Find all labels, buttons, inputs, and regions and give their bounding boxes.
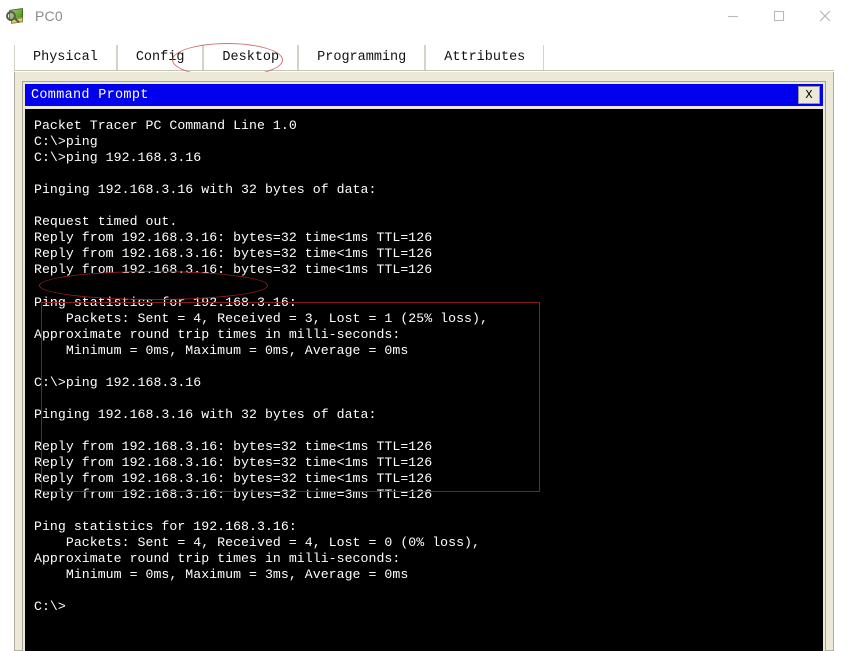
minimize-button[interactable] xyxy=(710,0,756,31)
tab-desktop[interactable]: Desktop xyxy=(203,45,299,70)
tab-programming-label: Programming xyxy=(317,50,407,65)
command-prompt-titlebar: Command Prompt X xyxy=(25,84,823,106)
maximize-button[interactable] xyxy=(756,0,802,31)
tab-config-label: Config xyxy=(135,50,185,65)
command-prompt-close-button[interactable]: X xyxy=(798,86,820,104)
tab-physical[interactable]: Physical xyxy=(14,45,117,70)
command-prompt-window: Command Prompt X Packet Tracer PC Comman… xyxy=(22,81,826,651)
terminal-output-area[interactable]: Packet Tracer PC Command Line 1.0 C:\>pi… xyxy=(25,109,823,651)
terminal-text: Packet Tracer PC Command Line 1.0 C:\>pi… xyxy=(34,118,488,615)
window-title: PC0 xyxy=(35,7,63,24)
desktop-panel: Command Prompt X Packet Tracer PC Comman… xyxy=(14,72,834,651)
maximize-icon xyxy=(773,10,785,21)
minimize-icon xyxy=(728,15,738,17)
window-controls xyxy=(710,0,848,31)
tabstrip-spacer xyxy=(0,31,848,45)
command-prompt-title: Command Prompt xyxy=(31,87,149,103)
tab-config[interactable]: Config xyxy=(116,45,204,70)
device-tabs: Physical Config Desktop Programming Attr… xyxy=(14,45,834,71)
tab-desktop-label: Desktop xyxy=(222,50,280,65)
tab-attributes[interactable]: Attributes xyxy=(425,45,545,70)
pc-magnifier-icon xyxy=(6,6,26,26)
close-icon xyxy=(819,10,831,21)
close-button[interactable] xyxy=(802,0,848,31)
tab-attributes-label: Attributes xyxy=(444,50,526,65)
tab-programming[interactable]: Programming xyxy=(298,45,426,70)
tab-physical-label: Physical xyxy=(33,50,98,65)
pc0-device-window: PC0 Physical Config Desktop Programming … xyxy=(0,0,848,651)
window-titlebar: PC0 xyxy=(0,0,848,31)
